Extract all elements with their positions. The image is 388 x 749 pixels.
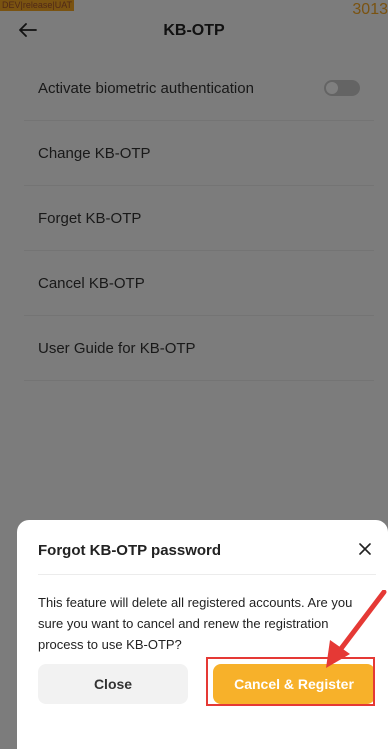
dialog-divider (38, 574, 376, 575)
annotation-arrow-icon (326, 590, 387, 668)
close-button[interactable]: Close (38, 664, 188, 704)
dialog-title: Forgot KB-OTP password (38, 542, 222, 559)
close-icon[interactable] (354, 538, 376, 560)
